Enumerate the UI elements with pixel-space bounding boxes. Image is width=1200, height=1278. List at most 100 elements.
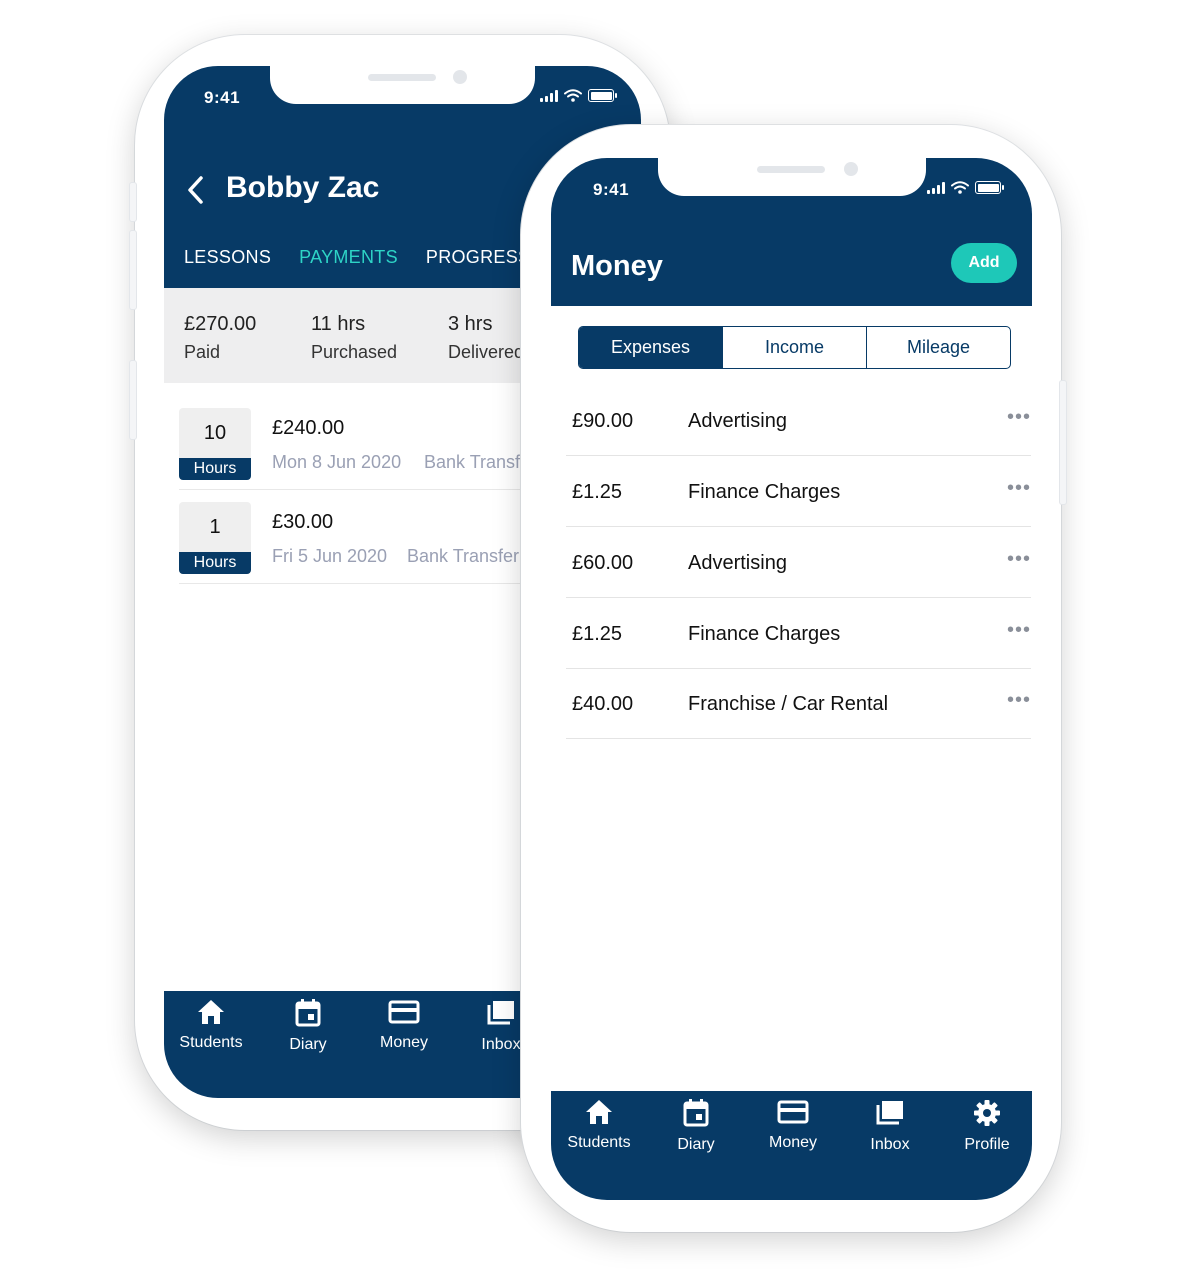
battery-icon: [975, 181, 1004, 194]
power-button: [1059, 380, 1067, 505]
nav-label: Profile: [964, 1136, 1010, 1153]
volume-up-button: [129, 230, 137, 310]
speaker: [368, 74, 436, 81]
expense-category: Finance Charges: [688, 623, 841, 645]
wifi-icon: [951, 181, 969, 194]
payment-date: Fri 5 Jun 2020: [272, 546, 388, 566]
expense-amount: £90.00: [572, 410, 634, 432]
expense-category: Advertising: [688, 552, 787, 574]
volume-down-button: [129, 360, 137, 440]
status-icons: [540, 89, 617, 102]
calendar-icon: [295, 999, 321, 1027]
nav-label: Inbox: [870, 1136, 910, 1153]
summary-value: 3 hrs: [448, 313, 493, 335]
expense-category: Advertising: [688, 410, 787, 432]
money-type-selector: Expenses Income Mileage: [578, 326, 1011, 369]
nav-diary[interactable]: Diary: [258, 999, 358, 1054]
nav-label: Diary: [289, 1036, 327, 1053]
expense-row[interactable]: £60.00 Advertising •••: [566, 527, 1031, 598]
payment-method: Bank Transfer: [424, 452, 537, 472]
more-options-icon[interactable]: •••: [1007, 478, 1031, 498]
wifi-icon: [564, 89, 582, 102]
expense-amount: £60.00: [572, 552, 634, 574]
hours-count: 1: [209, 516, 221, 538]
segment-expenses[interactable]: Expenses: [579, 327, 723, 368]
status-time: 9:41: [204, 88, 241, 107]
nav-students[interactable]: Students: [164, 999, 261, 1052]
phone-mockup-front: 9:41 Money Add Expenses Income Mileage £…: [521, 125, 1067, 1232]
hours-badge: 1 Hours: [179, 502, 251, 574]
summary-label: Purchased: [311, 342, 398, 362]
hours-label: Hours: [179, 552, 251, 574]
summary-paid: £270.00 Paid: [184, 313, 256, 363]
expense-amount: £40.00: [572, 693, 634, 715]
payment-date: Mon 8 Jun 2020: [272, 452, 402, 472]
expense-row[interactable]: £1.25 Finance Charges •••: [566, 598, 1031, 669]
more-options-icon[interactable]: •••: [1007, 620, 1031, 640]
payment-amount: £30.00: [272, 511, 334, 533]
home-icon: [586, 1100, 612, 1124]
status-icons: [927, 181, 1004, 194]
summary-purchased: 11 hrs Purchased: [311, 313, 397, 363]
signal-icon: [927, 182, 945, 194]
summary-label: Paid: [184, 342, 221, 362]
camera: [844, 162, 858, 176]
nav-label: Money: [768, 1134, 818, 1151]
summary-value: £270.00: [184, 313, 257, 335]
nav-students[interactable]: Students: [551, 1099, 649, 1152]
expense-amount: £1.25: [572, 623, 623, 645]
student-name-title: Bobby Zac: [226, 171, 380, 204]
inbox-icon: [876, 1101, 903, 1125]
card-icon: [777, 1100, 809, 1124]
payment-method: Bank Transfer: [407, 546, 520, 566]
student-tabs: LESSONS PAYMENTS PROGRESS: [184, 247, 530, 268]
nav-label: Diary: [677, 1136, 715, 1153]
nav-label: Students: [567, 1134, 631, 1151]
summary-value: 11 hrs: [311, 313, 366, 335]
payment-amount: £240.00: [272, 417, 345, 439]
nav-money[interactable]: Money: [354, 999, 454, 1052]
silent-switch: [129, 182, 137, 222]
tab-lessons[interactable]: LESSONS: [184, 247, 271, 268]
tab-payments[interactable]: PAYMENTS: [299, 247, 398, 268]
bottom-nav: Students Diary Money Inbox: [551, 1091, 1032, 1200]
summary-label: Delivered: [448, 342, 525, 362]
hours-badge: 10 Hours: [179, 408, 251, 480]
expense-category: Franchise / Car Rental: [688, 693, 889, 715]
nav-inbox[interactable]: Inbox: [840, 1099, 940, 1154]
notch: [658, 158, 926, 196]
nav-label: Students: [179, 1034, 243, 1051]
tab-progress[interactable]: PROGRESS: [426, 247, 530, 268]
speaker: [757, 166, 825, 173]
money-screen: 9:41 Money Add Expenses Income Mileage £…: [551, 158, 1032, 1200]
expense-category: Finance Charges: [688, 481, 841, 503]
expense-row[interactable]: £40.00 Franchise / Car Rental •••: [566, 668, 1031, 739]
summary-delivered: 3 hrs Delivered: [448, 313, 524, 363]
battery-icon: [588, 89, 617, 102]
card-icon: [388, 1000, 420, 1024]
more-options-icon[interactable]: •••: [1007, 549, 1031, 569]
expense-row[interactable]: £1.25 Finance Charges •••: [566, 456, 1031, 527]
status-time: 9:41: [593, 180, 630, 199]
segment-mileage[interactable]: Mileage: [867, 327, 1010, 368]
home-icon: [198, 1000, 224, 1024]
inbox-icon: [487, 1001, 514, 1025]
signal-icon: [540, 90, 558, 102]
hours-count: 10: [203, 422, 227, 444]
expense-amount: £1.25: [572, 481, 623, 503]
segment-income[interactable]: Income: [723, 327, 867, 368]
nav-diary[interactable]: Diary: [646, 1099, 746, 1154]
more-options-icon[interactable]: •••: [1007, 407, 1031, 427]
camera: [453, 70, 467, 84]
page-title: Money: [571, 250, 663, 282]
notch: [270, 66, 535, 104]
chevron-left-icon[interactable]: [186, 175, 206, 205]
more-options-icon[interactable]: •••: [1007, 690, 1031, 710]
add-button[interactable]: Add: [951, 243, 1017, 283]
nav-money[interactable]: Money: [743, 1099, 843, 1152]
expense-row[interactable]: £90.00 Advertising •••: [566, 385, 1031, 456]
hours-label: Hours: [179, 458, 251, 480]
gear-icon: [974, 1100, 1000, 1126]
nav-profile[interactable]: Profile: [937, 1099, 1032, 1154]
calendar-icon: [683, 1099, 709, 1127]
